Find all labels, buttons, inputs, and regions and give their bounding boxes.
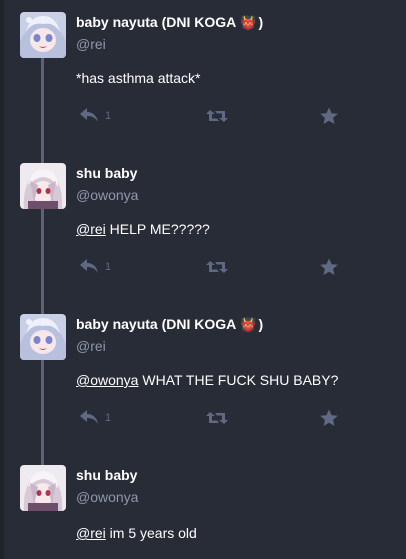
star-icon	[320, 258, 338, 275]
account-handle[interactable]: @rei	[76, 338, 106, 354]
status-text: WHAT THE FUCK SHU BABY?	[138, 372, 339, 388]
status-content: @owonya WHAT THE FUCK SHU BABY?	[76, 372, 338, 388]
avatar[interactable]	[20, 163, 66, 209]
status-text: *has asthma attack*	[76, 70, 201, 86]
display-name-suffix: )	[258, 14, 264, 30]
boost-button[interactable]	[206, 259, 228, 280]
reply-count: 1	[105, 411, 112, 424]
reply-icon	[80, 108, 98, 122]
boost-icon	[206, 412, 228, 424]
ogre-emoji-icon: 👹	[240, 15, 257, 30]
status-content: *has asthma attack*	[76, 70, 201, 86]
display-name[interactable]: shu baby	[76, 467, 137, 483]
reply-button[interactable]: 1	[80, 410, 111, 425]
status-item[interactable]: baby nayuta (DNI KOGA 👹) @rei @owonya WHA…	[0, 314, 406, 454]
star-icon	[320, 107, 338, 124]
mention-link[interactable]: @rei	[76, 525, 106, 541]
reply-count: 1	[105, 109, 112, 122]
status-content: @rei im 5 years old	[76, 525, 197, 541]
account-handle[interactable]: @rei	[76, 36, 106, 52]
reply-count: 1	[105, 260, 112, 273]
reply-button[interactable]: 1	[80, 108, 111, 123]
ogre-emoji-icon: 👹	[240, 317, 257, 332]
boost-icon	[206, 110, 228, 122]
mention-link[interactable]: @rei	[76, 221, 106, 237]
status-text: HELP ME?????	[105, 221, 210, 237]
display-name-text: baby nayuta (DNI KOGA	[76, 316, 237, 332]
status-text: im 5 years old	[105, 525, 197, 541]
display-name-text: baby nayuta (DNI KOGA	[76, 14, 237, 30]
favourite-button[interactable]	[320, 258, 338, 281]
boost-button[interactable]	[206, 410, 228, 431]
mention-link[interactable]: @owonya	[76, 372, 138, 388]
display-name-text: shu baby	[76, 165, 138, 181]
favourite-button[interactable]	[320, 409, 338, 432]
reply-button[interactable]: 1	[80, 259, 111, 274]
avatar[interactable]	[20, 12, 66, 58]
favourite-button[interactable]	[320, 107, 338, 130]
reply-icon	[80, 410, 98, 424]
status-content: @rei HELP ME?????	[76, 221, 210, 237]
status-action-bar: 1	[76, 409, 346, 432]
reply-icon	[80, 259, 98, 273]
avatar[interactable]	[20, 465, 66, 511]
display-name[interactable]: baby nayuta (DNI KOGA 👹)	[76, 316, 263, 333]
display-name-suffix: )	[258, 316, 264, 332]
account-handle[interactable]: @owonya	[76, 187, 138, 203]
account-handle[interactable]: @owonya	[76, 489, 138, 505]
status-action-bar: 1	[76, 258, 346, 281]
status-item[interactable]: baby nayuta (DNI KOGA 👹) @rei *has asthma…	[0, 12, 406, 152]
star-icon	[320, 409, 338, 426]
display-name[interactable]: baby nayuta (DNI KOGA 👹)	[76, 14, 263, 31]
boost-button[interactable]	[206, 108, 228, 129]
status-item[interactable]: shu baby @owonya @rei im 5 years old	[0, 465, 406, 559]
status-action-bar: 1	[76, 107, 346, 130]
status-item[interactable]: shu baby @owonya @rei HELP ME????? 1	[0, 163, 406, 303]
display-name[interactable]: shu baby	[76, 165, 137, 181]
display-name-text: shu baby	[76, 467, 138, 483]
boost-icon	[206, 261, 228, 273]
avatar[interactable]	[20, 314, 66, 360]
